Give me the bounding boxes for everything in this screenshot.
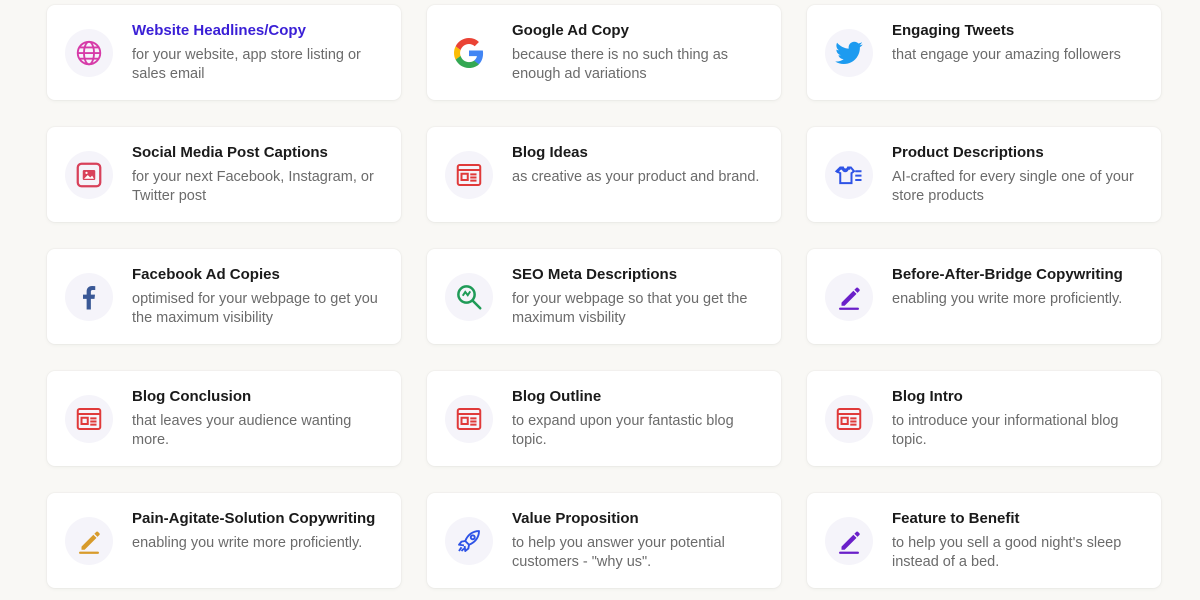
card-description: for your website, app store listing or s… <box>132 47 361 82</box>
card-description: for your webpage so that you get the max… <box>512 291 748 326</box>
card-description: to introduce your informational blog top… <box>892 413 1119 448</box>
card-blog-intro[interactable]: Blog Intro to introduce your information… <box>807 371 1161 466</box>
card-title: Blog Conclusion <box>132 388 252 405</box>
card-pain-agitate-solution[interactable]: Pain-Agitate-Solution Copywriting enabli… <box>47 493 401 588</box>
tshirt-list-icon <box>825 151 873 199</box>
card-website-headlines[interactable]: Website Headlines/Copy for your website,… <box>47 5 401 100</box>
twitter-icon <box>825 29 873 77</box>
card-title: Value Proposition <box>512 510 639 527</box>
newspaper-icon <box>65 395 113 443</box>
card-blog-conclusion[interactable]: Blog Conclusion that leaves your audienc… <box>47 371 401 466</box>
card-title: Feature to Benefit <box>892 510 1020 527</box>
card-google-ad-copy[interactable]: Google Ad Copy because there is no such … <box>427 5 781 100</box>
globe-icon <box>65 29 113 77</box>
card-title: Blog Outline <box>512 388 602 405</box>
card-description: that engage your amazing followers <box>892 47 1121 63</box>
card-description: to help you sell a good night's sleep in… <box>892 535 1122 570</box>
card-seo-meta-descriptions[interactable]: SEO Meta Descriptions for your webpage s… <box>427 249 781 344</box>
card-value-proposition[interactable]: Value Proposition to help you answer you… <box>427 493 781 588</box>
pen-icon <box>825 273 873 321</box>
card-title: Blog Intro <box>892 388 963 405</box>
card-title: Facebook Ad Copies <box>132 266 280 283</box>
card-title: Blog Ideas <box>512 144 588 161</box>
card-product-descriptions[interactable]: Product Descriptions AI-crafted for ever… <box>807 127 1161 222</box>
google-icon <box>445 29 493 77</box>
card-description: enabling you write more proficiently. <box>132 535 363 551</box>
card-description: to expand upon your fantastic blog topic… <box>512 413 734 448</box>
card-description: optimised for your webpage to get you th… <box>132 291 378 326</box>
card-blog-outline[interactable]: Blog Outline to expand upon your fantast… <box>427 371 781 466</box>
rocket-icon <box>445 517 493 565</box>
card-title: SEO Meta Descriptions <box>512 266 678 283</box>
card-title: Engaging Tweets <box>892 22 1015 39</box>
card-title: Pain-Agitate-Solution Copywriting <box>132 510 376 527</box>
card-title: Social Media Post Captions <box>132 144 328 161</box>
template-grid: Website Headlines/Copy for your website,… <box>47 5 1161 588</box>
card-description: to help you answer your potential custom… <box>512 535 725 570</box>
card-blog-ideas[interactable]: Blog Ideas as creative as your product a… <box>427 127 781 222</box>
pen-gold-icon <box>65 517 113 565</box>
card-description: because there is no such thing as enough… <box>512 47 729 82</box>
card-description: as creative as your product and brand. <box>512 169 760 185</box>
card-description: enabling you write more proficiently. <box>892 291 1123 307</box>
newspaper-icon <box>445 151 493 199</box>
card-before-after-bridge[interactable]: Before-After-Bridge Copywriting enabling… <box>807 249 1161 344</box>
card-engaging-tweets[interactable]: Engaging Tweets that engage your amazing… <box>807 5 1161 100</box>
card-title: Website Headlines/Copy <box>132 22 306 39</box>
card-title: Product Descriptions <box>892 144 1044 161</box>
newspaper-icon <box>825 395 873 443</box>
card-description: that leaves your audience wanting more. <box>132 413 352 448</box>
newspaper-icon <box>445 395 493 443</box>
card-facebook-ad-copies[interactable]: Facebook Ad Copies optimised for your we… <box>47 249 401 344</box>
card-feature-to-benefit[interactable]: Feature to Benefit to help you sell a go… <box>807 493 1161 588</box>
image-icon <box>65 151 113 199</box>
search-icon <box>445 273 493 321</box>
facebook-icon <box>65 273 113 321</box>
card-social-media-captions[interactable]: Social Media Post Captions for your next… <box>47 127 401 222</box>
card-description: AI-crafted for every single one of your … <box>892 169 1134 204</box>
pen-icon <box>825 517 873 565</box>
card-title: Google Ad Copy <box>512 22 629 39</box>
card-description: for your next Facebook, Instagram, or Tw… <box>132 169 374 204</box>
card-title: Before-After-Bridge Copywriting <box>892 266 1123 283</box>
